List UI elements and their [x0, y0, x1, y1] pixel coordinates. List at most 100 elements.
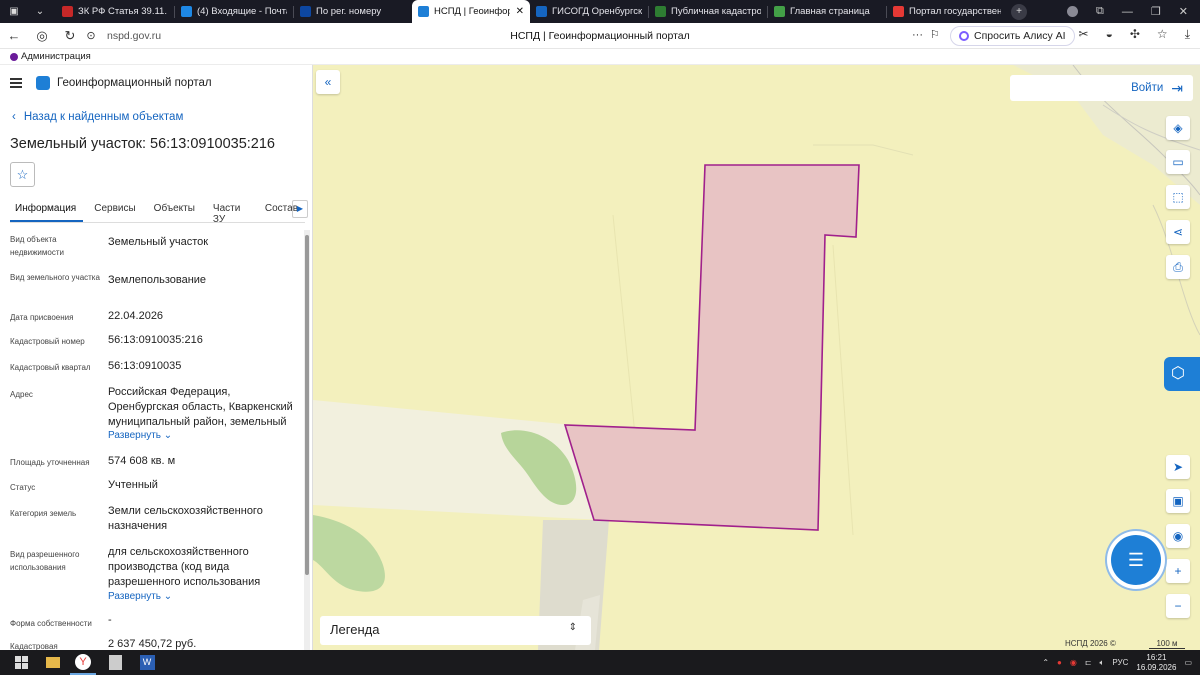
measure-button[interactable]: ▭: [1166, 150, 1190, 174]
map-canvas[interactable]: [313, 65, 1200, 650]
property-value: Земельный участок: [108, 236, 209, 248]
minus-icon: −: [1174, 599, 1182, 613]
favorites-icon[interactable]: ☆: [1157, 27, 1168, 42]
property-value: Учтенный: [108, 479, 158, 491]
chat-assistant-button[interactable]: ☰: [1111, 535, 1161, 585]
windows-start-button[interactable]: [8, 650, 34, 675]
print-button[interactable]: ⎙: [1166, 255, 1190, 279]
url-field[interactable]: nspd.gov.ru: [107, 30, 161, 42]
tab-parts[interactable]: Части ЗУ: [208, 197, 256, 225]
new-tab-button[interactable]: +: [1011, 3, 1027, 20]
star-icon[interactable]: ☆: [10, 162, 35, 187]
vpn-icon[interactable]: ◒: [1106, 27, 1113, 42]
property-value: Земли сельскохозяйственного назначения: [108, 505, 263, 532]
maximize-button[interactable]: ❐: [1151, 5, 1161, 18]
hamburger-menu-icon[interactable]: [10, 76, 22, 90]
back-arrow-icon[interactable]: ←: [0, 28, 28, 43]
open-services-button[interactable]: ⬡: [1164, 357, 1200, 391]
panel-tabs: Информация Сервисы Объекты Части ЗУ Сост…: [10, 197, 308, 225]
volume-icon[interactable]: 🔈︎: [1100, 658, 1105, 668]
tab-label: ЗК РФ Статья 39.11. Под: [78, 6, 168, 17]
yandex-tray-icon[interactable]: ●: [1057, 658, 1062, 667]
reload-icon[interactable]: ↻: [56, 28, 84, 44]
minimize-button[interactable]: —: [1122, 6, 1133, 18]
chevron-up-icon[interactable]: ⌃: [1042, 658, 1049, 667]
network-icon[interactable]: ⊏: [1085, 658, 1092, 667]
scrollbar-thumb[interactable]: [305, 235, 309, 575]
word-icon[interactable]: W: [134, 650, 160, 675]
browser-tab-strip: ▣ ⌄ ЗК РФ Статья 39.11. Под (4) Входящие …: [0, 0, 1200, 23]
tab-label: ГИСОГД Оренбургской: [552, 6, 642, 17]
double-chevron-left-icon: «: [324, 75, 332, 89]
browser-menu-icon[interactable]: ▣: [6, 4, 22, 20]
minimap-button[interactable]: ▣: [1166, 489, 1190, 513]
address-bar: ← ◎ ↻ ⊙ nspd.gov.ru НСПД | Геоинформацио…: [0, 23, 1200, 49]
tools-icon[interactable]: ✂: [1079, 27, 1089, 42]
map-view[interactable]: « Войти ⇥ ◈ ▭ ⬚ ⋖ ⎙ ⬡ ➤ ▣ ◉ + − ☰ Легенд…: [313, 65, 1200, 650]
tab-objects[interactable]: Объекты: [149, 197, 202, 222]
collapse-panel-button[interactable]: «: [316, 70, 340, 94]
bookmark-icon[interactable]: ⚐: [930, 28, 940, 41]
clock[interactable]: 16:21 16.09.2026: [1136, 653, 1176, 673]
bookmark-item[interactable]: Администрация: [21, 51, 91, 62]
tab-services[interactable]: Сервисы: [89, 197, 142, 222]
chevron-down-icon: ⌄: [163, 430, 173, 441]
property-value: 574 608 кв. м: [108, 455, 176, 467]
profile-avatar[interactable]: [1067, 6, 1079, 17]
layers-button[interactable]: ◈: [1166, 116, 1190, 140]
tabs-scroll-right-icon[interactable]: ▶: [292, 200, 308, 218]
antivirus-icon[interactable]: ◉: [1070, 658, 1077, 667]
panel-scrollbar[interactable]: [304, 230, 310, 650]
browser-tab[interactable]: НСПД | Геоинформац ✕: [412, 0, 530, 23]
tab-favicon-icon: [893, 6, 904, 17]
property-label: Площадь уточненная: [10, 458, 90, 467]
property-value: 2 637 450,72 руб.: [108, 638, 197, 650]
app-name: Геоинформационный портал: [57, 77, 212, 89]
alice-button[interactable]: Спросить Алису AI: [950, 26, 1075, 46]
browser-tab[interactable]: По рег. номеру: [294, 0, 412, 23]
yandex-browser-icon[interactable]: Y: [70, 650, 96, 675]
expand-address-link[interactable]: Развернуть ⌄: [108, 430, 172, 441]
share-icon: ⋖: [1172, 225, 1184, 239]
expand-usage-link[interactable]: Развернуть ⌄: [108, 591, 172, 602]
location-button[interactable]: ◉: [1166, 524, 1190, 548]
back-label: Назад к найденным объектам: [23, 111, 184, 123]
login-icon: ⇥: [1171, 79, 1183, 96]
browser-tab[interactable]: (4) Входящие - Почта М: [175, 0, 293, 23]
legend-dropdown[interactable]: Легенда ⇕: [320, 616, 591, 645]
extensions-icon[interactable]: ✣: [1130, 27, 1140, 42]
back-to-results-link[interactable]: ‹ Назад к найденным объектам: [12, 111, 183, 123]
property-value: 56:13:0910035: [108, 360, 182, 372]
yandex-protect-icon[interactable]: ◎: [28, 28, 56, 44]
property-label: Кадастровая: [10, 642, 58, 650]
object-info-panel: Геоинформационный портал ‹ Назад к найден…: [0, 65, 313, 650]
tab-manager-icon[interactable]: ⧉: [1096, 5, 1104, 18]
property-label: Кадастровый квартал: [10, 363, 91, 372]
browser-tab[interactable]: ГИСОГД Оренбургской: [530, 0, 648, 23]
language-indicator[interactable]: РУС: [1112, 658, 1128, 667]
zoom-out-button[interactable]: −: [1166, 594, 1190, 618]
notifications-icon[interactable]: ▭: [1184, 658, 1192, 667]
more-icon[interactable]: ···: [912, 29, 923, 41]
share-button[interactable]: ⋖: [1166, 220, 1190, 244]
browser-tab[interactable]: Портал государственны: [887, 0, 1007, 23]
zoom-in-button[interactable]: +: [1166, 559, 1190, 583]
lock-icon[interactable]: ⊙: [84, 29, 98, 42]
chevron-down-icon: ⌄: [163, 591, 173, 602]
geolocation-button[interactable]: ➤: [1166, 455, 1190, 479]
calculator-icon[interactable]: [102, 650, 128, 675]
tab-info[interactable]: Информация: [10, 197, 84, 222]
login-button[interactable]: Войти ⇥: [1010, 75, 1193, 101]
browser-tab[interactable]: ЗК РФ Статья 39.11. Под: [56, 0, 174, 23]
browser-tab[interactable]: Главная страница: [768, 0, 886, 23]
property-label: Адрес: [10, 390, 33, 399]
tabs-dropdown-icon[interactable]: ⌄: [32, 4, 48, 20]
close-window-button[interactable]: ✕: [1179, 5, 1188, 18]
downloads-icon[interactable]: ⤓: [1185, 27, 1190, 42]
browser-tab[interactable]: Публичная кадастрова: [649, 0, 767, 23]
tab-label: НСПД | Геоинформац: [434, 6, 510, 17]
close-tab-icon[interactable]: ✕: [516, 6, 524, 17]
select-area-button[interactable]: ⬚: [1166, 185, 1190, 209]
services-icon: ⬡: [1171, 365, 1185, 382]
file-explorer-icon[interactable]: [40, 650, 66, 675]
